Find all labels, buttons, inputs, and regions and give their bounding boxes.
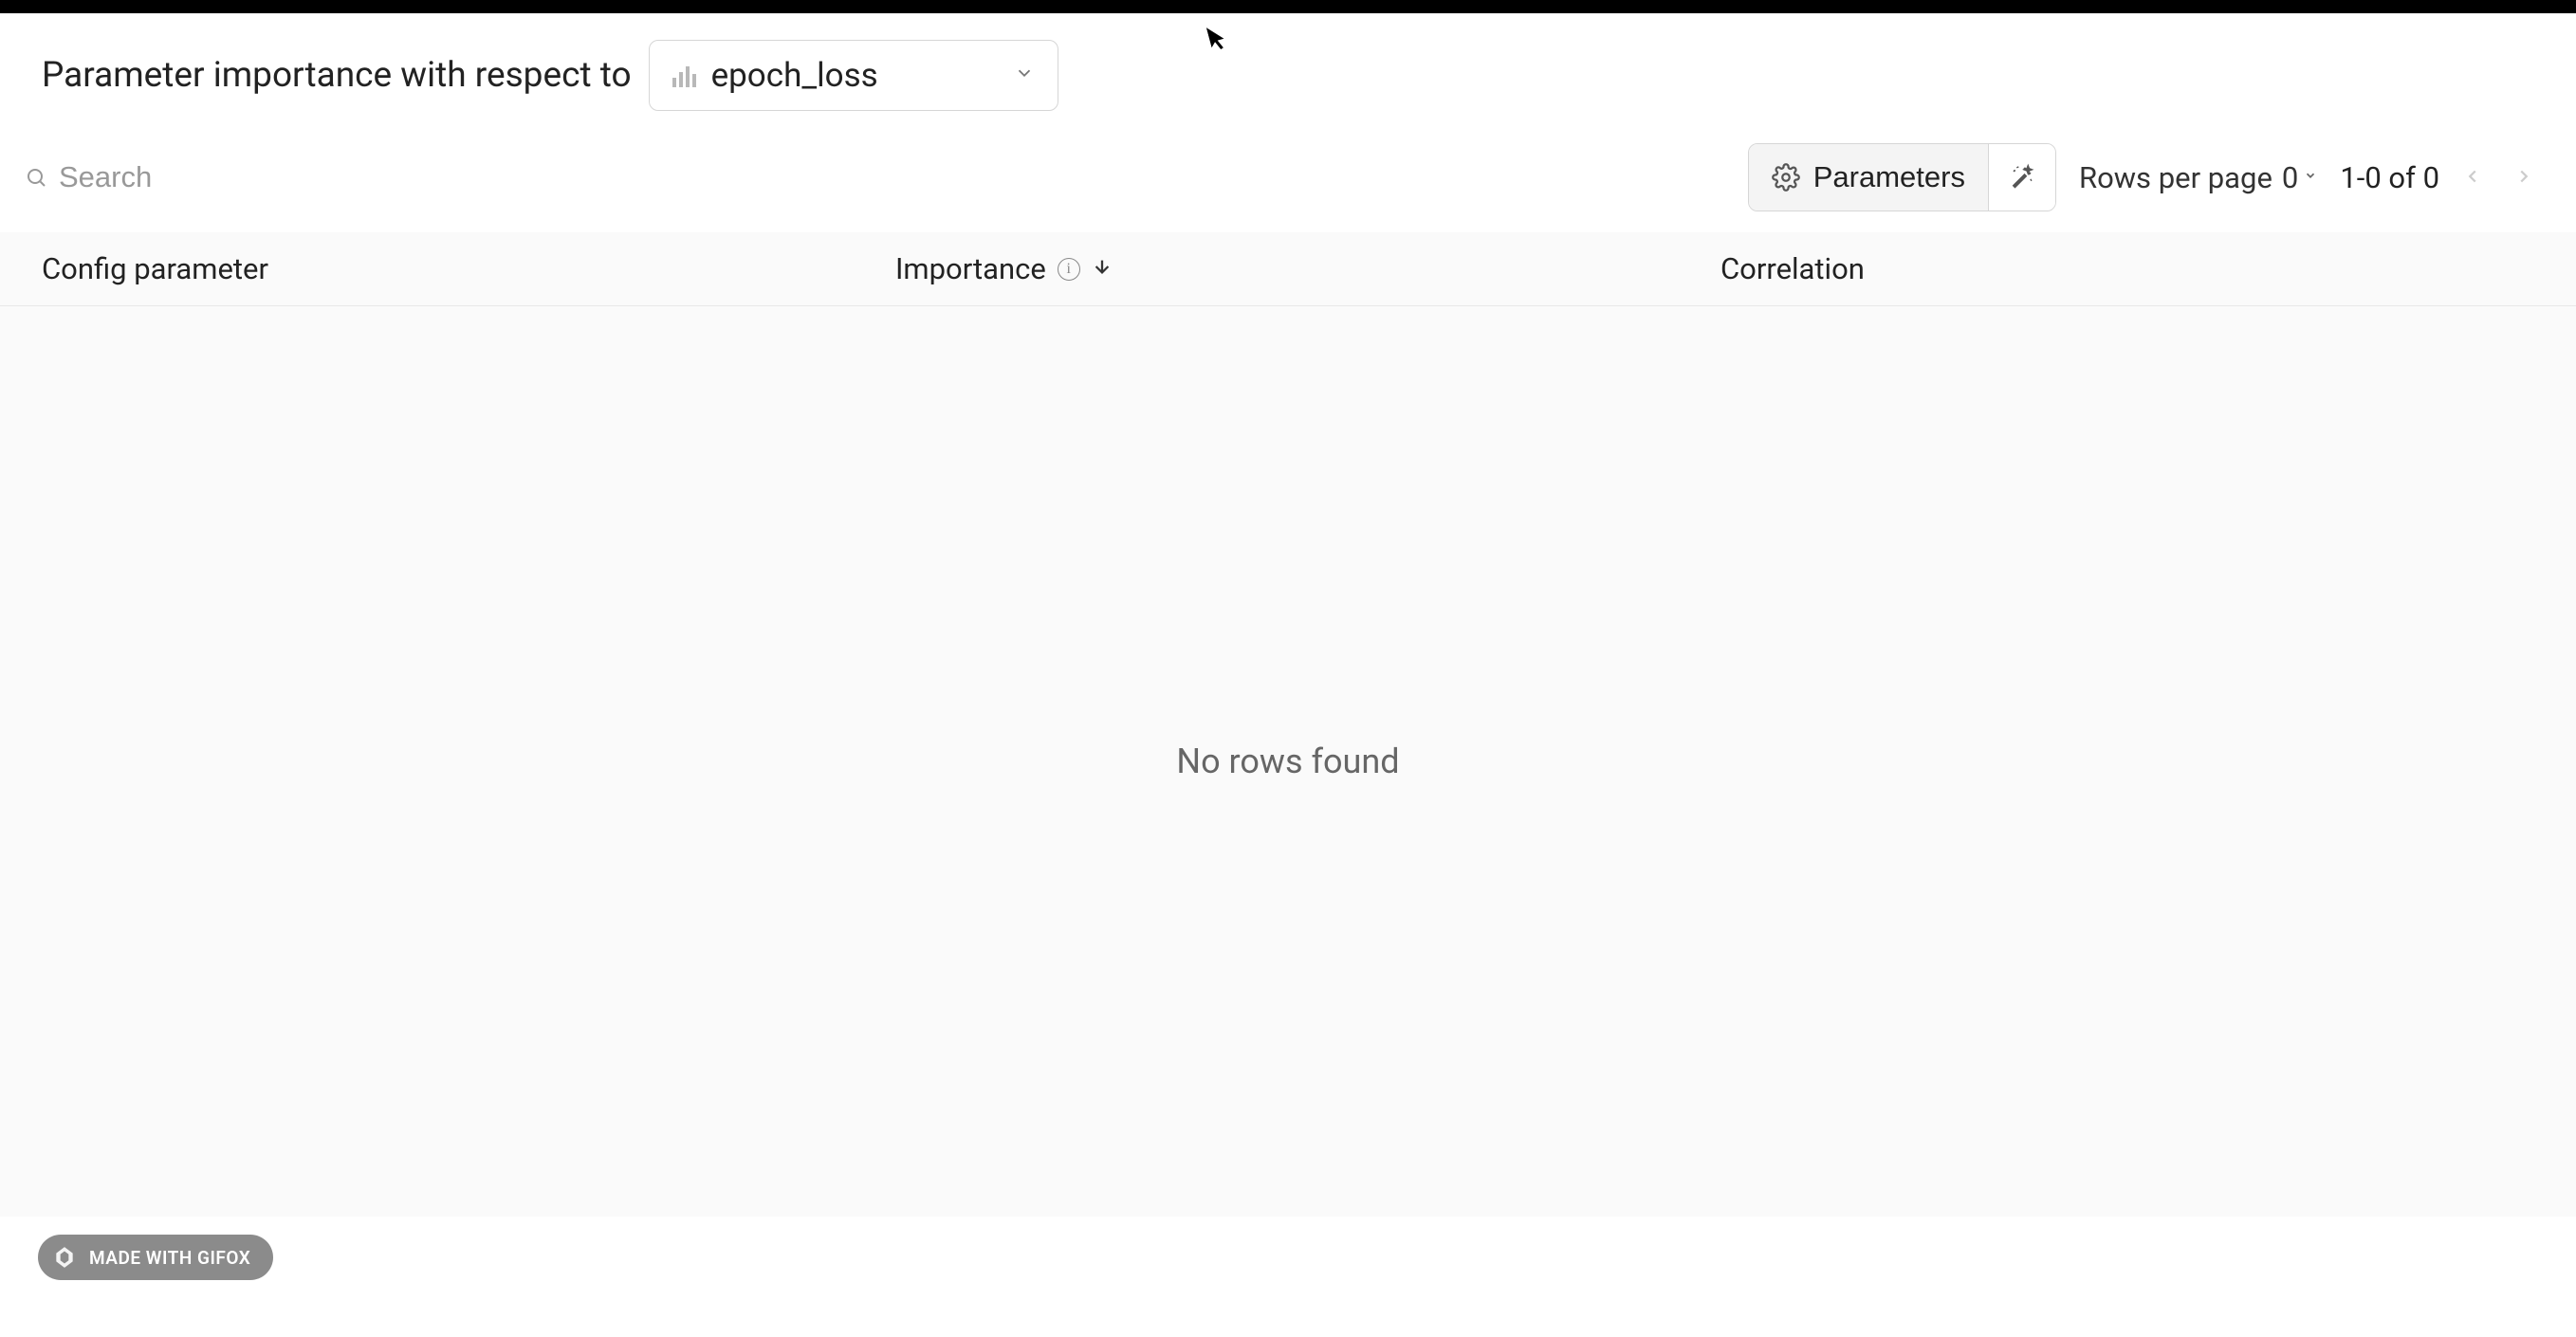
prev-page-button[interactable] [2462,161,2483,194]
search-input[interactable] [59,160,1729,194]
column-header-correlation[interactable]: Correlation [1720,251,2534,286]
page-title: Parameter importance with respect to [42,55,632,96]
parameters-button[interactable]: Parameters [1749,144,1989,211]
table-header-row: Config parameter Importance i Correlatio… [0,232,2576,306]
rows-per-page-selector[interactable]: 0 [2282,160,2317,195]
sort-descending-icon [1092,256,1113,283]
column-header-importance[interactable]: Importance i [895,251,1720,286]
page-info: 1-0 of 0 [2340,160,2439,195]
parameters-button-label: Parameters [1813,160,1965,194]
column-header-importance-label: Importance [895,251,1046,286]
toolbar-button-group: Parameters [1748,143,2056,211]
rows-per-page-label: Rows per page [2079,160,2272,195]
gifox-badge-text: MADE WITH GIFOX [89,1247,250,1269]
empty-state-text: No rows found [1176,742,1399,781]
bar-chart-icon [672,64,696,87]
chevron-down-icon [1014,63,1035,88]
info-icon[interactable]: i [1058,258,1080,281]
chevron-down-icon [2304,169,2317,186]
metric-selected-label: epoch_loss [711,56,999,95]
gifox-badge: MADE WITH GIFOX [38,1235,273,1280]
rows-per-page-value: 0 [2282,160,2298,195]
metric-selector[interactable]: epoch_loss [649,40,1058,111]
gear-icon [1772,163,1800,192]
gifox-logo-icon [51,1244,78,1271]
magic-wand-button[interactable] [1989,144,2055,211]
next-page-button[interactable] [2513,161,2534,194]
column-header-config[interactable]: Config parameter [42,251,895,286]
magic-wand-icon [2008,163,2036,192]
table-empty-body: No rows found [0,306,2576,1217]
search-icon [25,166,47,189]
